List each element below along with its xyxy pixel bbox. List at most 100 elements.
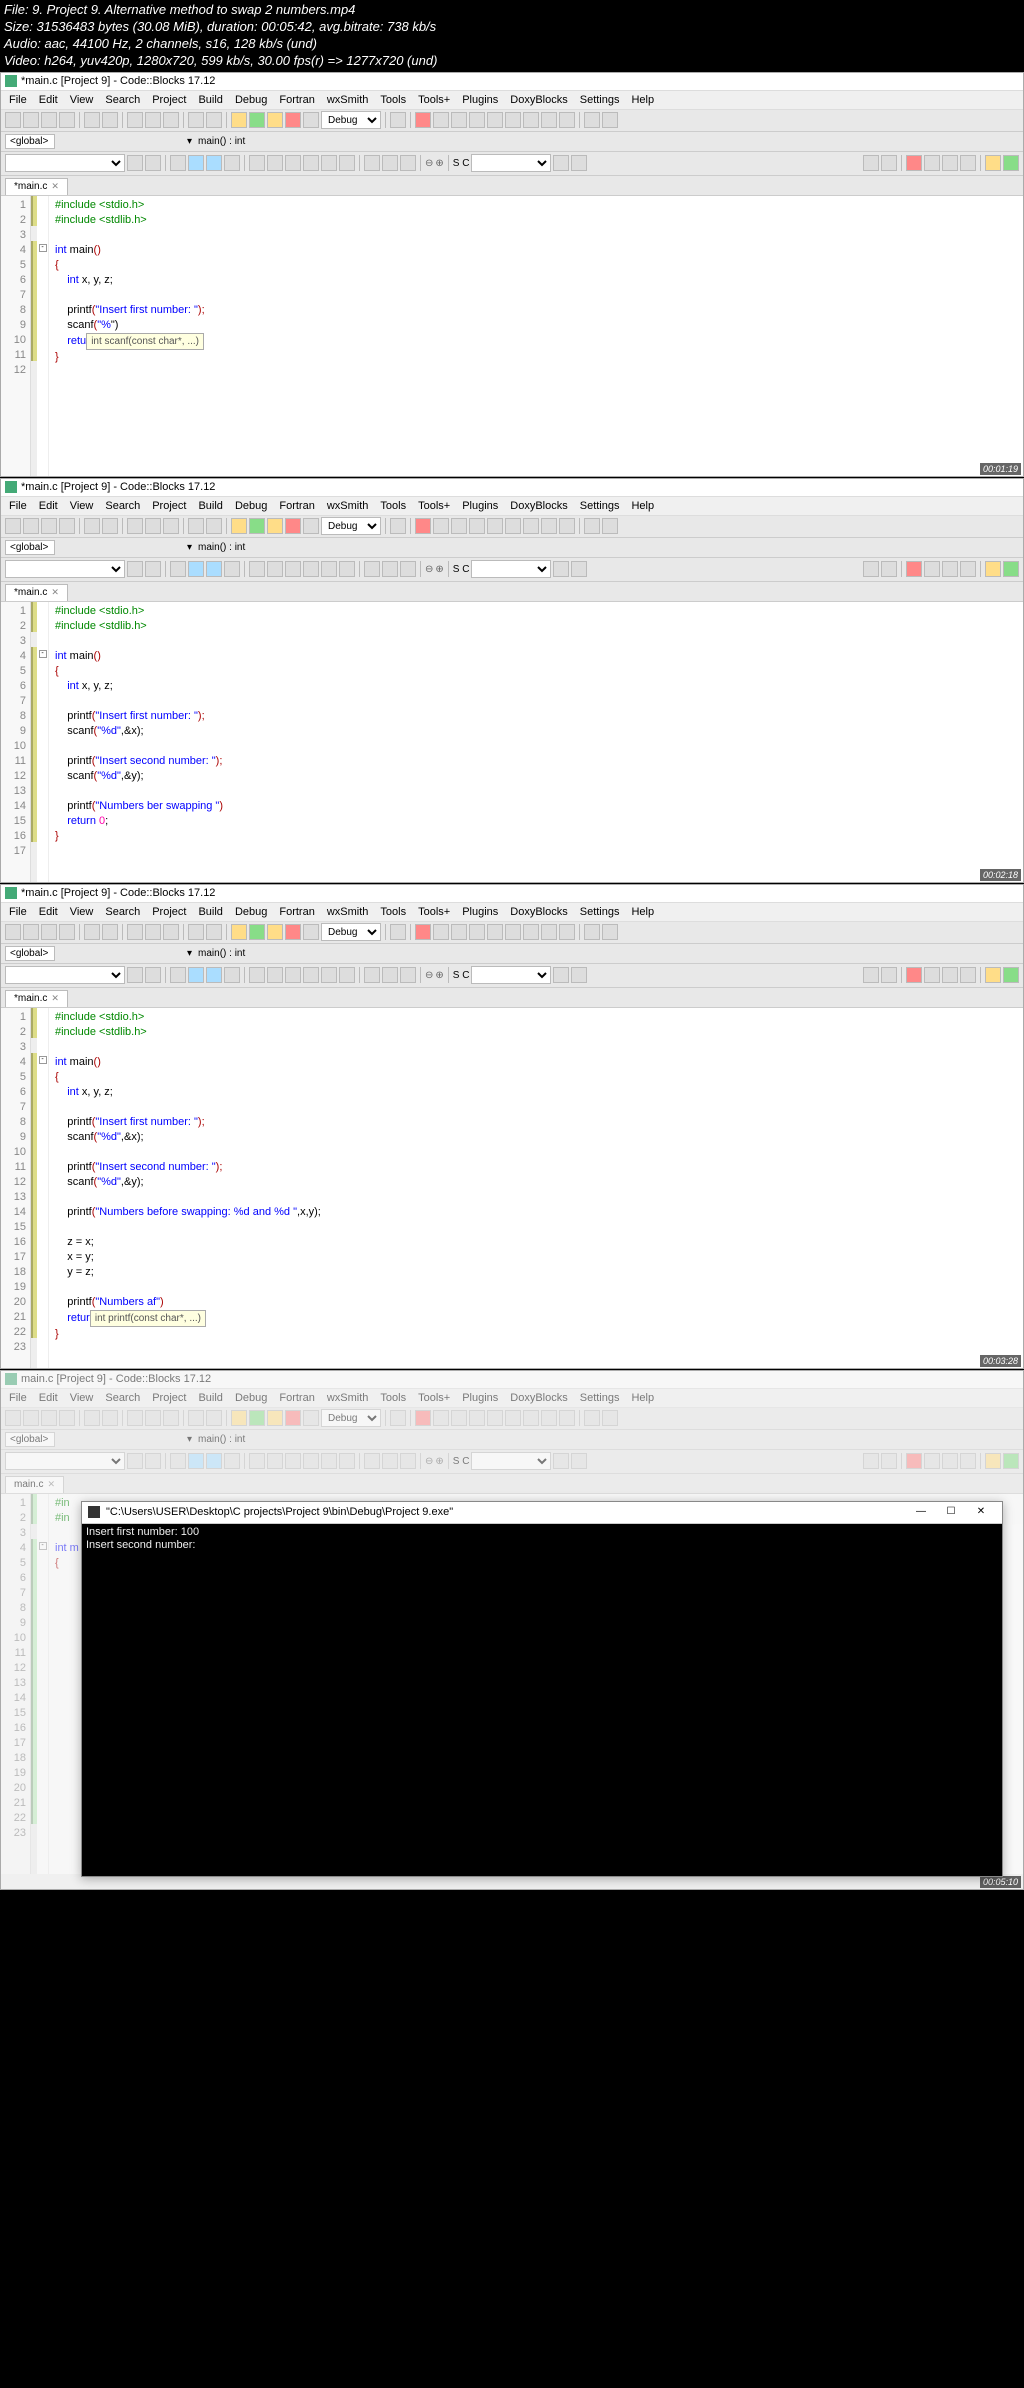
context-select[interactable] — [471, 154, 551, 172]
scope-function[interactable]: main() : int — [198, 136, 245, 147]
replace-icon[interactable] — [206, 112, 222, 128]
tool-icon[interactable] — [390, 1410, 406, 1426]
menu-build[interactable]: Build — [192, 904, 228, 920]
menu-help[interactable]: Help — [625, 498, 660, 514]
save-icon[interactable] — [41, 518, 57, 534]
menu-settings[interactable]: Settings — [574, 904, 626, 920]
step-out-icon[interactable] — [487, 112, 503, 128]
titlebar[interactable]: *main.c [Project 9] - Code::Blocks 17.12 — [1, 73, 1023, 91]
scope-global-select[interactable]: <global> — [5, 1432, 55, 1447]
menu-plugins[interactable]: Plugins — [456, 498, 504, 514]
tab-main-c[interactable]: *main.c✕ — [5, 584, 68, 601]
bm-icon[interactable] — [863, 1453, 879, 1469]
run-icon[interactable] — [249, 924, 265, 940]
menu-wxsmith[interactable]: wxSmith — [321, 92, 375, 108]
bm-prev-icon[interactable] — [924, 155, 940, 171]
tab-main-c[interactable]: *main.c✕ — [5, 178, 68, 195]
tool-icon[interactable] — [390, 924, 406, 940]
bm-clear-icon[interactable] — [960, 155, 976, 171]
save-all-icon[interactable] — [59, 112, 75, 128]
find-icon[interactable] — [188, 924, 204, 940]
layout-icon[interactable] — [267, 1453, 283, 1469]
menu-project[interactable]: Project — [146, 904, 192, 920]
bm-next-icon[interactable] — [942, 561, 958, 577]
fortran-icon[interactable] — [985, 1453, 1001, 1469]
scope-global-select[interactable]: <global> — [5, 946, 55, 961]
context-select[interactable] — [471, 1452, 551, 1470]
undo-icon[interactable] — [84, 924, 100, 940]
refresh-icon[interactable] — [553, 967, 569, 983]
fortran-icon[interactable] — [1003, 561, 1019, 577]
build-run-icon[interactable] — [267, 518, 283, 534]
config-icon[interactable] — [571, 967, 587, 983]
layout-icon[interactable] — [339, 1453, 355, 1469]
indent-icon[interactable] — [170, 561, 186, 577]
menu-edit[interactable]: Edit — [33, 498, 64, 514]
menu-toolsplus[interactable]: Tools+ — [412, 498, 456, 514]
layout-icon[interactable] — [285, 1453, 301, 1469]
indent-icon[interactable] — [170, 1453, 186, 1469]
nav-fwd-icon[interactable] — [145, 967, 161, 983]
context-select[interactable] — [471, 560, 551, 578]
menu-tools[interactable]: Tools — [374, 498, 412, 514]
step-icon[interactable] — [523, 518, 539, 534]
layout-icon[interactable] — [249, 1453, 265, 1469]
menu-wxsmith[interactable]: wxSmith — [321, 498, 375, 514]
run-icon[interactable] — [249, 112, 265, 128]
menu-plugins[interactable]: Plugins — [456, 92, 504, 108]
undo-icon[interactable] — [84, 112, 100, 128]
zoom-in-icon[interactable]: ⊕ — [435, 970, 443, 981]
tool-icon[interactable] — [390, 518, 406, 534]
menu-edit[interactable]: Edit — [33, 1390, 64, 1406]
uncomment-icon[interactable] — [206, 967, 222, 983]
console-window[interactable]: "C:\Users\USER\Desktop\C projects\Projec… — [81, 1501, 1003, 1877]
bm-icon[interactable] — [881, 1453, 897, 1469]
step-icon[interactable] — [487, 518, 503, 534]
tool-icon[interactable] — [224, 561, 240, 577]
doxy-icon[interactable] — [364, 561, 380, 577]
tool-icon[interactable] — [390, 112, 406, 128]
code-text[interactable]: #include <stdio.h> #include <stdlib.h> i… — [49, 1008, 1023, 1368]
step-icon[interactable] — [433, 924, 449, 940]
copy-icon[interactable] — [145, 1410, 161, 1426]
comment-icon[interactable] — [188, 1453, 204, 1469]
bm-prev-icon[interactable] — [924, 967, 940, 983]
build-target-select[interactable]: Debug — [321, 517, 381, 535]
dbg-win-icon[interactable] — [584, 112, 600, 128]
menu-project[interactable]: Project — [146, 1390, 192, 1406]
stop-icon[interactable] — [559, 112, 575, 128]
nav-back-icon[interactable] — [127, 155, 143, 171]
layout-icon[interactable] — [249, 561, 265, 577]
bm-icon[interactable] — [881, 155, 897, 171]
menu-debug[interactable]: Debug — [229, 904, 273, 920]
sc-toggle[interactable]: S C — [453, 970, 470, 981]
redo-icon[interactable] — [102, 1410, 118, 1426]
sc-toggle[interactable]: S C — [453, 1456, 470, 1467]
menu-file[interactable]: File — [3, 92, 33, 108]
menu-fortran[interactable]: Fortran — [273, 1390, 320, 1406]
menu-build[interactable]: Build — [192, 1390, 228, 1406]
zoom-in-icon[interactable]: ⊕ — [435, 158, 443, 169]
step-icon[interactable] — [469, 924, 485, 940]
rebuild-icon[interactable] — [285, 112, 301, 128]
build-target-select[interactable]: Debug — [321, 1409, 381, 1427]
sc-toggle[interactable]: S C — [453, 564, 470, 575]
info-icon[interactable] — [602, 924, 618, 940]
sc-toggle[interactable]: S C — [453, 158, 470, 169]
menu-file[interactable]: File — [3, 904, 33, 920]
layout-icon[interactable] — [321, 967, 337, 983]
zoom-in-icon[interactable]: ⊕ — [435, 1456, 443, 1467]
rebuild-icon[interactable] — [285, 518, 301, 534]
doxy-icon[interactable] — [364, 155, 380, 171]
nav-back-icon[interactable] — [127, 561, 143, 577]
doxy-icon[interactable] — [400, 1453, 416, 1469]
menu-edit[interactable]: Edit — [33, 904, 64, 920]
bm-next-icon[interactable] — [942, 1453, 958, 1469]
code-editor[interactable]: 123456789101112 - #include <stdio.h> #in… — [1, 196, 1023, 476]
bm-next-icon[interactable] — [942, 155, 958, 171]
layout-icon[interactable] — [249, 967, 265, 983]
fortran-icon[interactable] — [985, 155, 1001, 171]
layout-icon[interactable] — [303, 155, 319, 171]
fortran-icon[interactable] — [985, 967, 1001, 983]
bm-next-icon[interactable] — [942, 967, 958, 983]
